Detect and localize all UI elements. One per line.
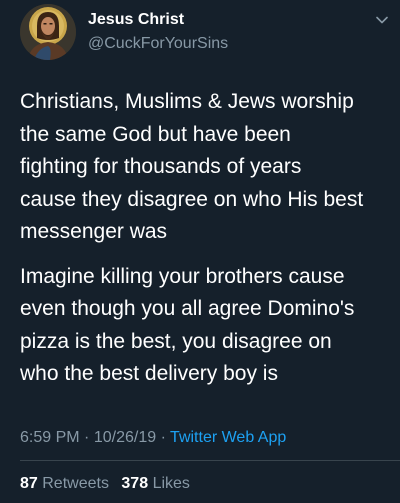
tweet-paragraph: Christians, Muslims & Jews worship the s… xyxy=(20,90,364,243)
retweets-label: Retweets xyxy=(42,475,109,492)
meta-separator: · xyxy=(160,429,166,446)
tweet-paragraph: Imagine killing your brothers cause even… xyxy=(20,264,355,386)
chevron-down-icon[interactable] xyxy=(374,12,390,28)
likes-count: 378 xyxy=(121,475,149,492)
retweets-count: 87 xyxy=(20,475,38,492)
display-name[interactable]: Jesus Christ xyxy=(88,10,228,30)
likes-label: Likes xyxy=(152,475,190,492)
tweet-card: Jesus Christ @CuckForYourSins Christians… xyxy=(0,0,400,503)
user-handle[interactable]: @CuckForYourSins xyxy=(88,34,228,54)
jesus-portrait-avatar-icon xyxy=(20,4,76,60)
avatar[interactable] xyxy=(20,4,76,60)
tweet-metadata: 6:59 PM · 10/26/19 · Twitter Web App xyxy=(20,428,286,448)
tweet-text: Christians, Muslims & Jews worship the s… xyxy=(20,86,392,391)
likes-stat[interactable]: 378 Likes xyxy=(121,475,190,492)
tweet-date[interactable]: 10/26/19 xyxy=(94,429,156,446)
divider xyxy=(20,460,400,461)
retweets-stat[interactable]: 87 Retweets xyxy=(20,475,113,492)
tweet-stats: 87 Retweets 378 Likes xyxy=(20,474,198,494)
meta-separator: · xyxy=(84,429,90,446)
tweet-source-link[interactable]: Twitter Web App xyxy=(170,429,286,446)
user-names: Jesus Christ @CuckForYourSins xyxy=(88,10,228,54)
tweet-header: Jesus Christ @CuckForYourSins xyxy=(20,4,392,62)
tweet-time[interactable]: 6:59 PM xyxy=(20,429,80,446)
